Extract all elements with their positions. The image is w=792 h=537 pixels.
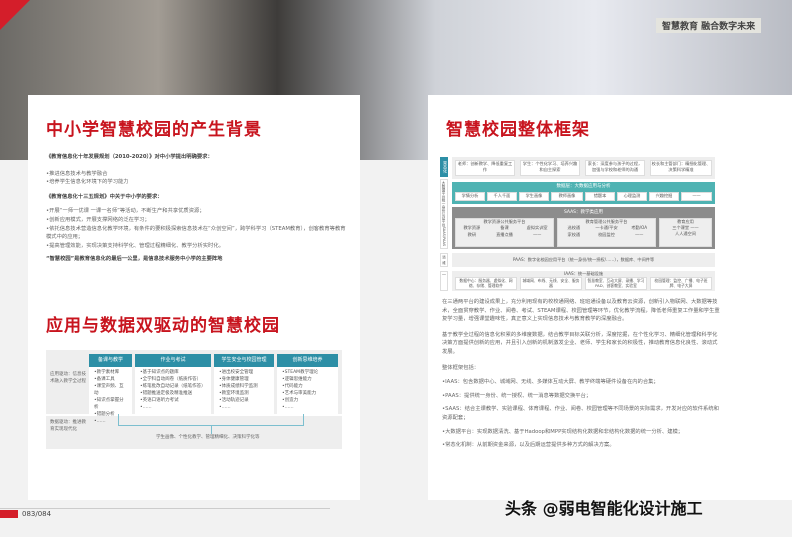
page-number: 083/084 — [22, 510, 52, 518]
column-homework: 作业与考试 •基于知识点的题库 •全学科自动阅卷（纸质作答） •练笔批改自动记录（纸… — [135, 354, 211, 414]
column-innovation: 创新思维培养 •STEAM教学理论 •逻辑思维能力 •代码能力 •艺术与审美能力 •创造… — [277, 354, 338, 414]
header-slogan: 智慧教育 融合数字未来 — [656, 18, 762, 33]
corner-accent — [0, 0, 30, 30]
req1-item: •培养学生信息化环境下的学习能力 — [46, 179, 129, 186]
left-panel: 中小学智慧校园的产生背景 《教育信息化十年发展规划（2010-2020）》对中小… — [28, 95, 360, 500]
right-panel: 智慧校园整体框架 常态化 大数据平台统一身份认证平台SAAS/PAAS 运维 —… — [428, 95, 792, 500]
req2-item: •创新应用模式，开展支撑网络的泛在学习； — [46, 216, 150, 223]
section-title-background: 中小学智慧校园的产生背景 — [46, 120, 262, 140]
column-safety: 学生安全与校园管理 •进出校安全管理 •身体健康管理 •体质成绩科学监测 •教室环境监… — [214, 354, 274, 414]
footer-accent — [0, 510, 18, 518]
iaas-layer: IAAS：统一基础设施 数据中心：服务器、虚拟化、网络、存储、管理软件 城域网、… — [452, 271, 715, 291]
connector-lines — [118, 414, 304, 426]
saas-layer: SAAS：教学类应用 教学资源公共服务平台 教学资源 备课 虚拟实训室 教研 直播点播 —… — [452, 207, 715, 249]
req2-title: 《教育信息化十三五规划》中关于中小学的要求： — [46, 193, 163, 200]
conclusion: “智慧校园”是教育信息化的最后一公里，是信息技术服务中小学的主要阵地 — [46, 256, 223, 263]
list-item: •IAAS：包含数据中心、城域网、无线、多媒体互动大屏、教学终端等硬件设备在内的… — [442, 379, 659, 386]
watermark: 头条 @弱电智能化设计施工 — [505, 499, 703, 518]
app-drive-label: 应用驱动：信息技术融入教学全过程 — [50, 372, 86, 384]
req1-title: 《教育信息化十年发展规划（2010-2020）》对中小学提出明确要求： — [46, 154, 213, 160]
list-item: •SAAS：结合主课教学、实验课程、体育课程、作业、阅卷、校园管理等不同场景的实… — [442, 406, 719, 421]
req1-item: •推进信息技术与教学融合 — [46, 170, 108, 177]
list-title: 整体框架包括： — [442, 364, 480, 371]
paragraph-1: 在三通两平台的建设成果上，充分利用现有的校校通网络、班班通设备以及教育云资源，创… — [442, 299, 720, 323]
column-teaching: 备课与教学 •教学素材库 •备课工具 •课堂声频、互动 •知识点掌握分析 •错题分析 •…… — [89, 354, 132, 424]
section-title-framework: 智慧校园整体框架 — [446, 120, 590, 140]
role-box: 学生：个性化学习、培养兴趣和自主探索 — [520, 160, 580, 176]
list-item: •常态化机制：从前期资金来源，以及后期运营提供多种方式的解决方案。 — [442, 442, 615, 449]
req2-item: •提高管理效能，实现决策支持科学化、管理过程精细化、教学分析实时化。 — [46, 242, 224, 249]
section-title-dual-drive: 应用与数据双驱动的智慧校园 — [46, 316, 280, 336]
data-drive-result: 学生画像、个性化教学、管理精细化、决策科学化等 — [156, 435, 260, 440]
paragraph-2: 基于教学全过程的信息化积累的多维度数据，结合教学目标关联分析，深度挖掘，在个性化… — [442, 331, 718, 355]
data-drive-label: 数据驱动：推进教育实现现代化 — [50, 420, 86, 432]
list-item: •PAAS：提供统一身份、统一授权、统一消息等数据交换平台； — [442, 392, 592, 399]
req2-item: •开展“一师一优课 一课一名师”等活动，不断生产和共享优质资源； — [46, 208, 205, 215]
framework-diagram: 常态化 大数据平台统一身份认证平台SAAS/PAAS 运维 — 老师：创新教学、… — [440, 157, 715, 291]
dual-drive-diagram: 应用驱动：信息技术融入教学全过程 数据驱动：推进教育实现现代化 备课与教学 •教… — [46, 350, 342, 449]
list-item: •大数据平台：实现数据清洗、基于Hadoop和MPP实现结构化数据和非结构化数据… — [442, 428, 684, 435]
paas-layer: PAAS：数字化校园应用平台（统一身份/统一授权/……），数据库、中间件等 — [452, 253, 715, 267]
req2-item: •依托信息技术营造信息化教学环境，有条件的要积极探索信息技术在“众创空间”，跨学… — [46, 225, 346, 241]
role-box: 校长和主管部门：精细化管理、决策科学精准 — [650, 160, 712, 176]
role-box: 家长：深度参与孩子的过程，加强与学校和老师的沟通 — [585, 160, 645, 176]
bigdata-layer: 数据层：大数据应用与分析 学情分析 千人千面 学生画像 教师画像 错题本 心理监… — [452, 182, 715, 204]
role-box: 老师：创新教学、降低重复工作 — [455, 160, 515, 176]
